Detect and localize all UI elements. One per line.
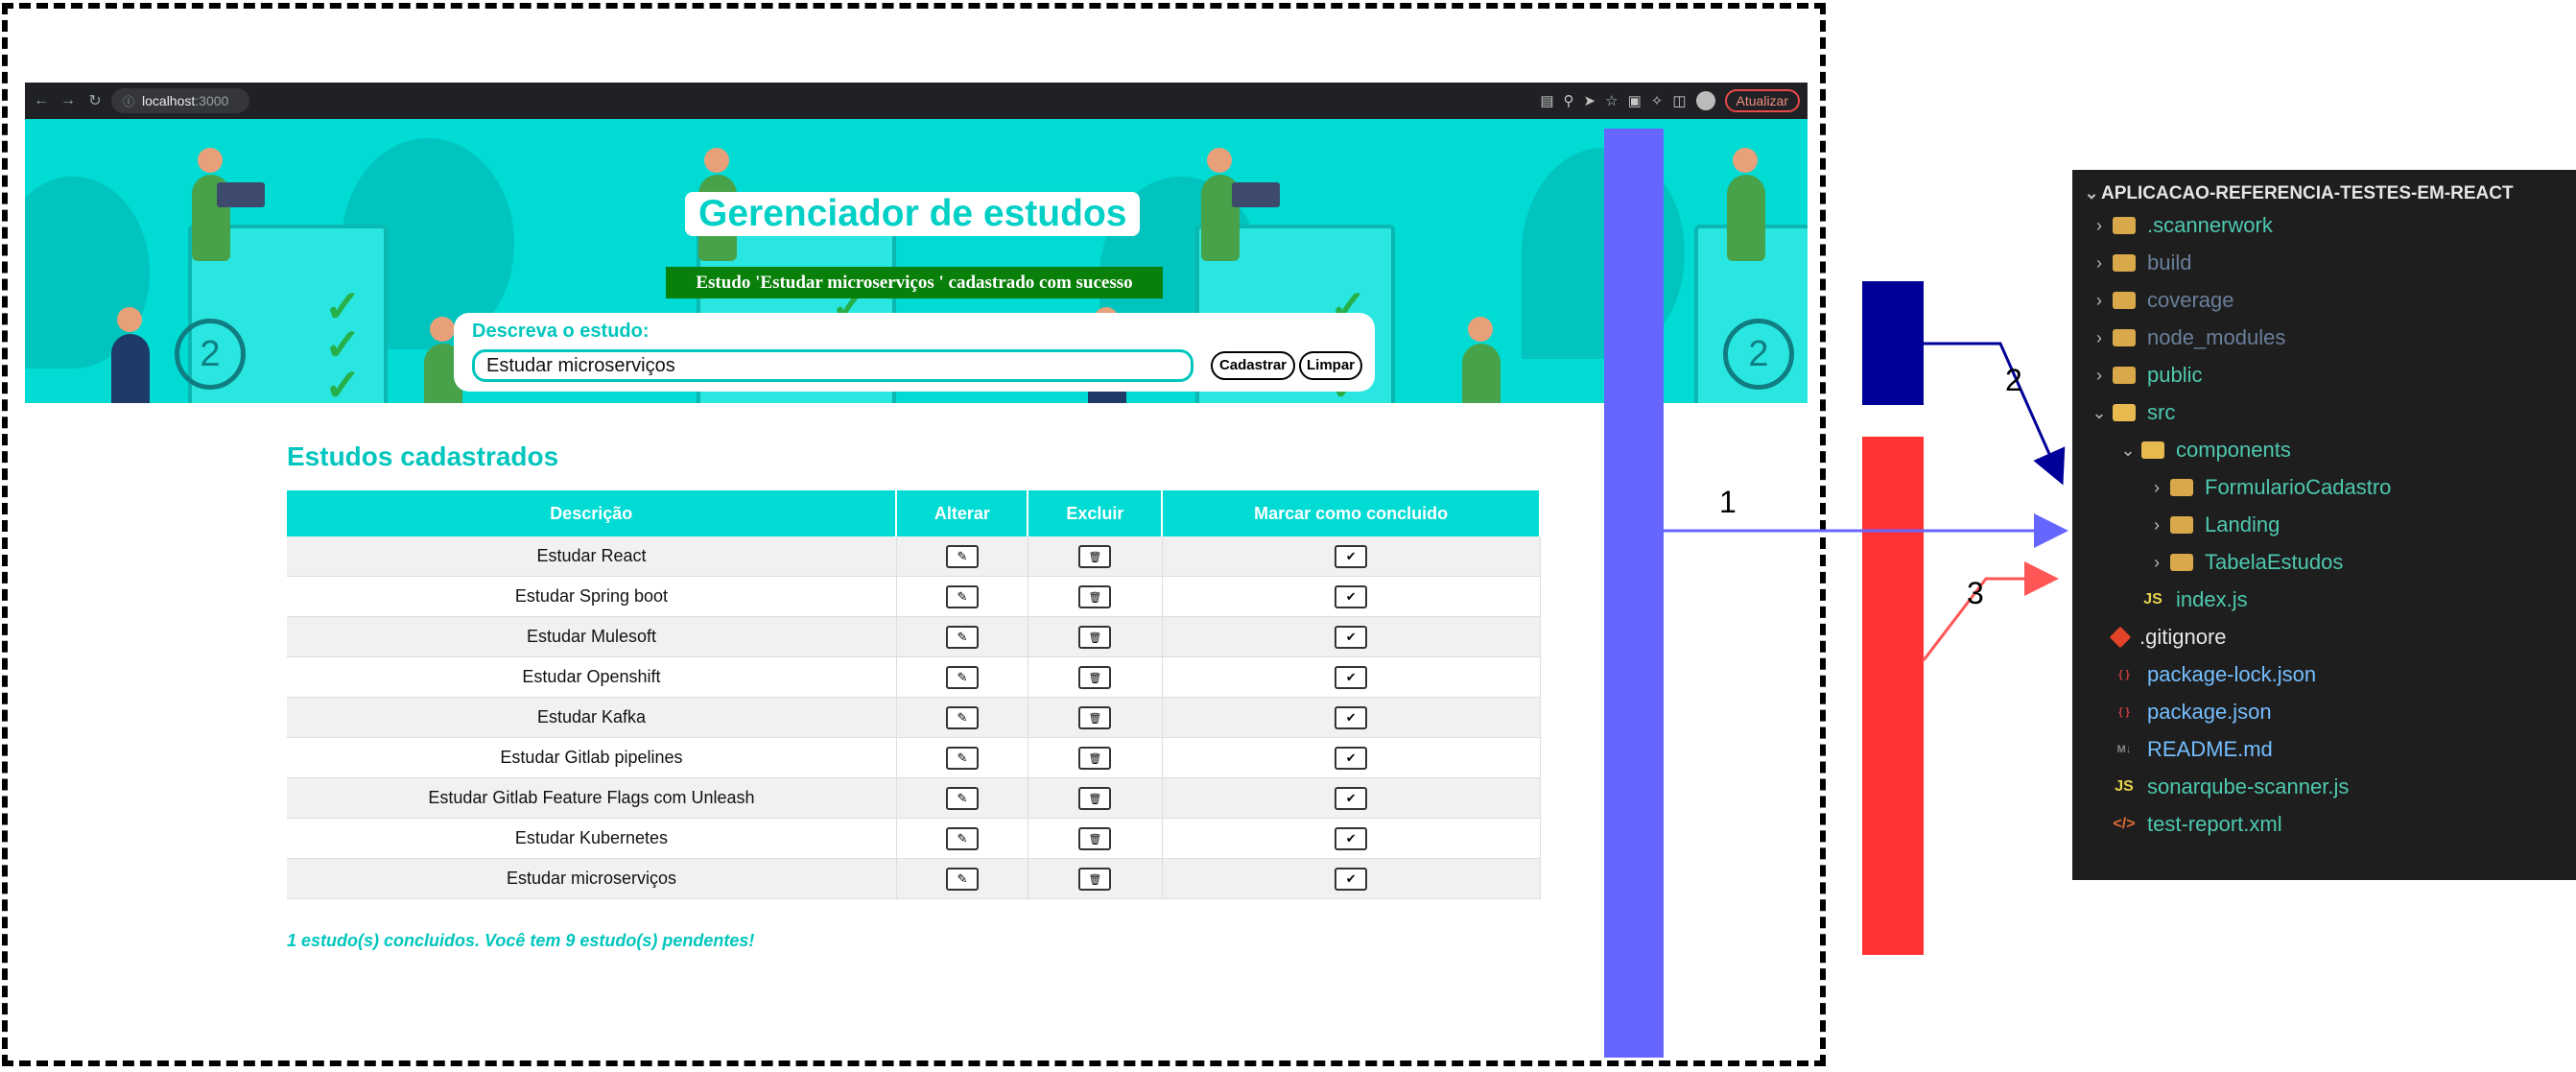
tree-item-label: README.md <box>2147 737 2273 761</box>
file-explorer-panel: ⌄ APLICACAO-REFERENCIA-TESTES-EM-REACT ›.… <box>2072 170 2576 880</box>
chevron-down-icon: ⌄ <box>2092 402 2107 422</box>
arrow-label-2: 2 <box>2005 363 2022 397</box>
xml-icon: </> <box>2113 816 2136 832</box>
folder-icon <box>2113 367 2136 384</box>
arrow-label-3: 3 <box>1967 576 1984 610</box>
tree-item-label: TabelaEstudos <box>2205 550 2344 574</box>
tree-item[interactable]: › FormularioCadastro <box>2147 470 2391 505</box>
tree-item[interactable]: { } package.json <box>2090 695 2272 729</box>
tree-item-label: test-report.xml <box>2147 812 2282 836</box>
folder-open-icon <box>2141 441 2164 459</box>
chevron-down-icon: ⌄ <box>2120 440 2136 460</box>
js-icon: JS <box>2115 778 2134 795</box>
project-name: APLICACAO-REFERENCIA-TESTES-EM-REACT <box>2101 183 2514 203</box>
tree-item-label: public <box>2147 363 2203 387</box>
tree-item-label: package-lock.json <box>2147 662 2317 686</box>
json-icon: { } <box>2118 706 2130 718</box>
tree-item[interactable]: › .scannerwork <box>2090 208 2273 243</box>
tree-item[interactable]: { } package-lock.json <box>2090 657 2316 692</box>
tree-item-label: .scannerwork <box>2147 213 2273 237</box>
folder-icon <box>2113 254 2136 272</box>
tree-item-label: index.js <box>2176 587 2248 611</box>
js-icon: JS <box>2143 591 2162 607</box>
tree-item[interactable]: › coverage <box>2090 283 2234 318</box>
tree-item[interactable]: › TabelaEstudos <box>2147 545 2343 580</box>
tree-item[interactable]: ⌄ components <box>2118 433 2291 467</box>
chevron-right-icon: › <box>2154 514 2160 535</box>
tree-item[interactable]: › node_modules <box>2090 321 2285 355</box>
tree-item[interactable]: .gitignore <box>2090 620 2227 655</box>
chevron-right-icon: › <box>2096 215 2102 235</box>
tree-item[interactable]: › build <box>2090 246 2191 280</box>
arrow-3 <box>1922 561 2059 661</box>
tree-item-label: src <box>2147 400 2176 424</box>
tree-item[interactable]: JS index.js <box>2118 583 2248 617</box>
arrow-label-1: 1 <box>1719 485 1737 519</box>
tree-item[interactable]: JS sonarqube-scanner.js <box>2090 770 2349 804</box>
markdown-icon: M↓ <box>2116 744 2132 755</box>
folder-icon <box>2170 554 2193 571</box>
chevron-right-icon: › <box>2096 365 2102 385</box>
tree-item-label: package.json <box>2147 700 2272 724</box>
tree-item[interactable]: › public <box>2090 358 2202 393</box>
tree-item-label: components <box>2176 438 2291 462</box>
tree-item-label: sonarqube-scanner.js <box>2147 774 2350 798</box>
git-icon <box>2109 626 2132 649</box>
tree-item-label: FormularioCadastro <box>2205 475 2392 499</box>
json-icon: { } <box>2118 669 2130 680</box>
tree-item-label: coverage <box>2147 288 2234 312</box>
folder-icon <box>2170 516 2193 534</box>
tree-item[interactable]: M↓ README.md <box>2090 732 2273 767</box>
arrow-2 <box>1924 342 2066 486</box>
tree-item-label: .gitignore <box>2139 625 2227 649</box>
chevron-right-icon: › <box>2096 327 2102 347</box>
folder-open-icon <box>2113 404 2136 421</box>
tree-item-label: Landing <box>2205 512 2281 536</box>
chevron-right-icon: › <box>2096 252 2102 273</box>
chevron-right-icon: › <box>2096 290 2102 310</box>
folder-icon <box>2113 217 2136 234</box>
chevron-right-icon: › <box>2154 552 2160 572</box>
chevron-down-icon: ⌄ <box>2084 183 2099 202</box>
tree-item-label: build <box>2147 250 2192 274</box>
tree-item[interactable]: ⌄ src <box>2090 395 2175 430</box>
explorer-title[interactable]: ⌄ APLICACAO-REFERENCIA-TESTES-EM-REACT <box>2082 183 2514 204</box>
folder-icon <box>2113 292 2136 309</box>
tree-item[interactable]: </> test-report.xml <box>2090 807 2282 842</box>
tree-item-label: node_modules <box>2147 325 2286 349</box>
tree-item[interactable]: › Landing <box>2147 508 2280 542</box>
folder-icon <box>2113 329 2136 346</box>
chevron-right-icon: › <box>2154 477 2160 497</box>
folder-icon <box>2170 479 2193 496</box>
